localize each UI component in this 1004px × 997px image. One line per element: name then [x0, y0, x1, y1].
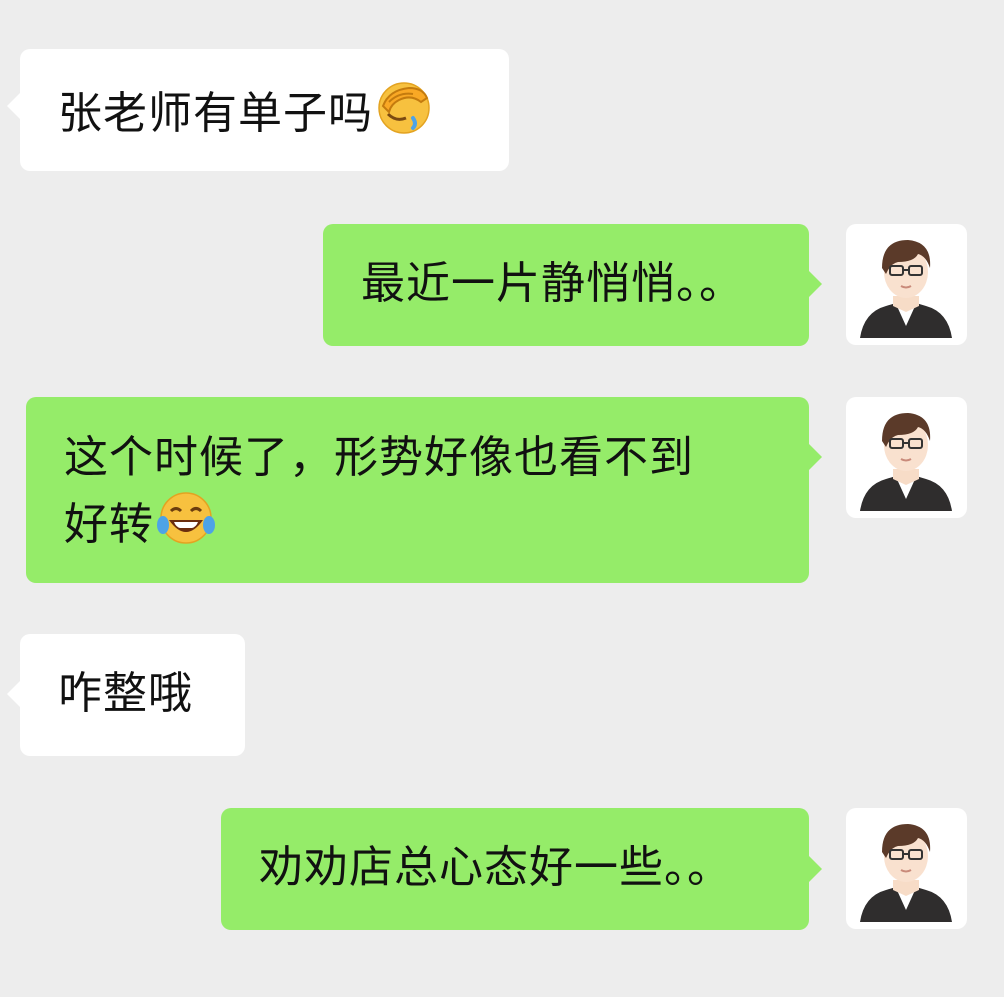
chat-view: 张老师有单子吗 最近一片静悄悄。。 这个时候了，形势好像也看不到 好转 咋整哦 …	[0, 0, 1004, 997]
incoming-bubble-tail	[7, 681, 20, 707]
outgoing-bubble-tail	[809, 271, 822, 297]
tears-of-joy-emoji-icon	[156, 489, 216, 564]
outgoing-message-bubble[interactable]: 劝劝店总心态好一些。。	[221, 808, 809, 930]
avatar[interactable]	[846, 397, 967, 518]
message-text: 咋整哦	[58, 668, 193, 719]
avatar[interactable]	[846, 224, 967, 345]
outgoing-message-bubble[interactable]: 最近一片静悄悄。。	[323, 224, 809, 346]
message-text: 劝劝店总心态好一些。。	[259, 842, 732, 893]
incoming-message-bubble[interactable]: 咋整哦	[20, 634, 245, 756]
avatar[interactable]	[846, 808, 967, 929]
incoming-message-bubble[interactable]: 张老师有单子吗	[20, 49, 509, 171]
message-text-line-1: 这个时候了，形势好像也看不到	[64, 432, 694, 483]
outgoing-bubble-tail	[809, 856, 822, 882]
cartoon-man-avatar-icon	[860, 824, 952, 922]
message-text: 张老师有单子吗	[58, 88, 373, 139]
message-text: 好转	[64, 499, 154, 550]
message-text: 最近一片静悄悄。。	[361, 258, 744, 309]
outgoing-bubble-tail	[809, 444, 822, 470]
message-text-line-2: 好转	[64, 489, 809, 564]
incoming-bubble-tail	[7, 93, 20, 119]
cartoon-man-avatar-icon	[860, 413, 952, 511]
outgoing-message-bubble[interactable]: 这个时候了，形势好像也看不到 好转	[26, 397, 809, 583]
facepalm-emoji-icon	[375, 78, 433, 153]
cartoon-man-avatar-icon	[860, 240, 952, 338]
